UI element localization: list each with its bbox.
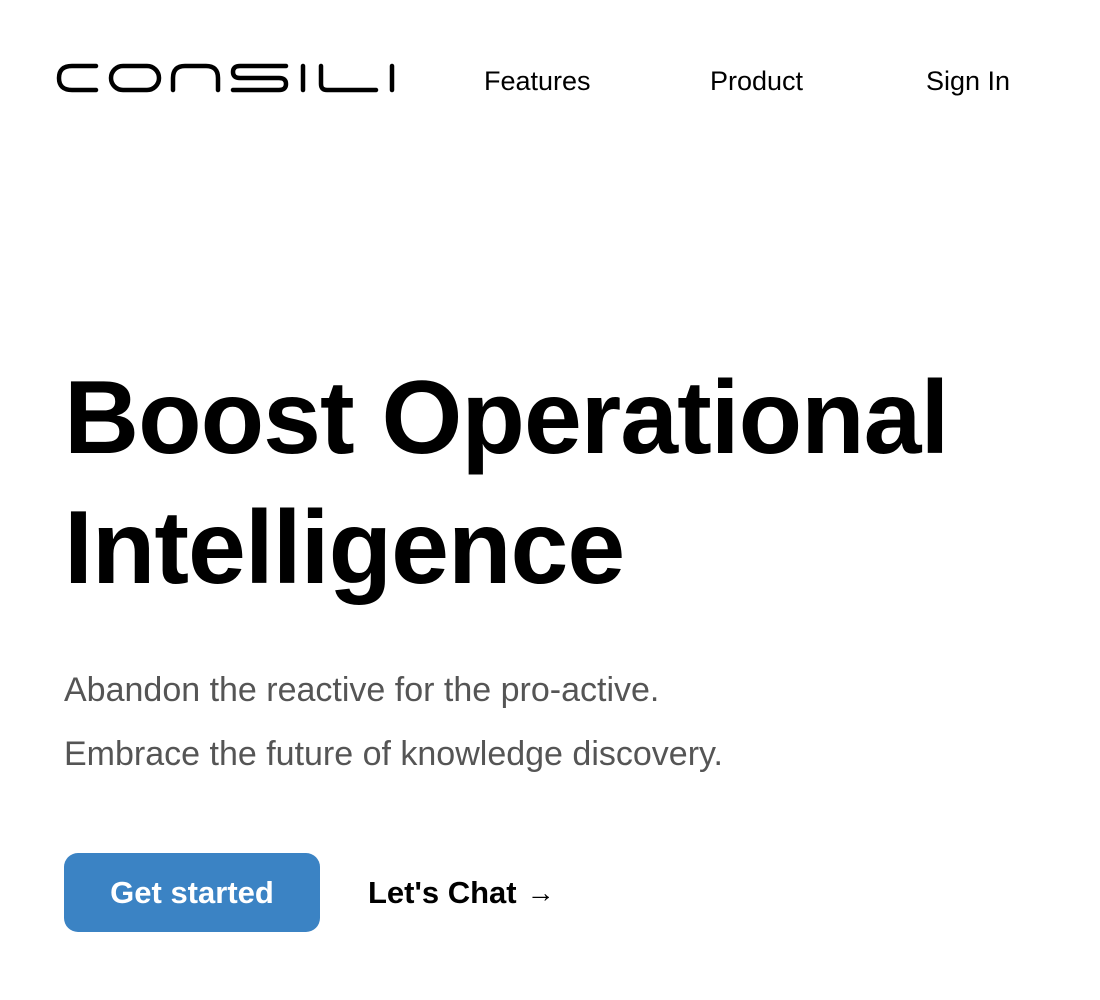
hero-subtitle: Abandon the reactive for the pro-active.…: [64, 658, 723, 786]
hero-subtitle-line-2: Embrace the future of knowledge discover…: [64, 735, 723, 773]
arrow-right-icon: →: [526, 877, 555, 908]
hero-headline-line-1: Boost Operational: [64, 360, 949, 476]
consili-logo[interactable]: [56, 62, 396, 94]
get-started-button[interactable]: Get started: [64, 853, 320, 932]
nav-link-features[interactable]: Features: [484, 64, 591, 98]
hero-subtitle-line-1: Abandon the reactive for the pro-active.: [64, 671, 660, 709]
nav-link-sign-in[interactable]: Sign In: [926, 64, 1010, 98]
lets-chat-link[interactable]: Let's Chat →: [368, 872, 555, 914]
landing-page: Features Product Sign In Boost Operation…: [0, 0, 1100, 1000]
top-navigation: Features Product Sign In: [0, 0, 1100, 160]
hero-headline-line-2: Intelligence: [64, 490, 625, 606]
lets-chat-label: Let's Chat: [368, 875, 517, 910]
hero-headline: Boost Operational Intelligence: [64, 353, 949, 613]
nav-link-product[interactable]: Product: [710, 64, 803, 98]
